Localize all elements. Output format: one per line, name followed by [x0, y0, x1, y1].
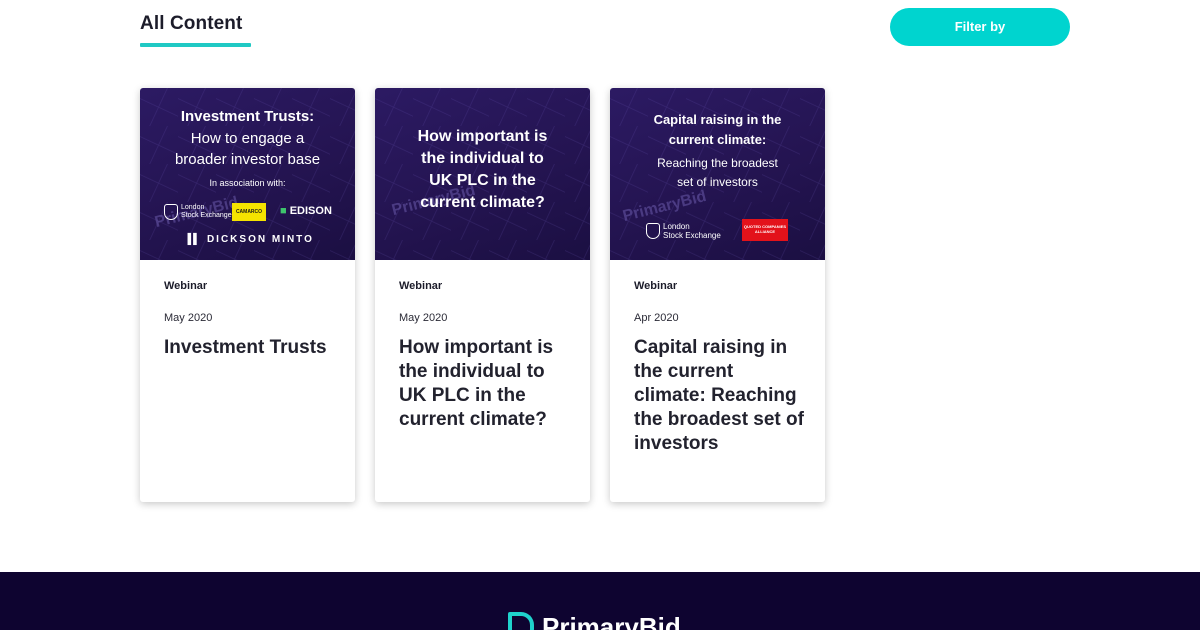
dickson-minto-mark-icon: ▐▌: [184, 234, 203, 245]
thumbnail-line: the individual to: [421, 150, 544, 167]
thumbnail-line: current climate:: [668, 132, 767, 147]
lse-logo: London Stock Exchange: [164, 204, 232, 220]
primarybid-logo-icon: [508, 612, 534, 630]
card-type: Webinar: [634, 280, 678, 292]
content-card[interactable]: PrimaryBid Capital raising in the curren…: [610, 88, 825, 502]
lse-logo: London Stock Exchange: [646, 222, 721, 240]
lse-crest-icon: [646, 223, 660, 239]
thumbnail-line: set of investors: [677, 175, 758, 189]
lse-crest-icon: [164, 204, 178, 220]
thumbnail-line: How important is: [417, 128, 548, 145]
footer-brand: PrimaryBid: [542, 612, 681, 630]
thumbnail-line: current climate?: [420, 194, 545, 211]
card-thumbnail: PrimaryBid Capital raising in the curren…: [610, 88, 825, 260]
card-title[interactable]: Capital raising in the current climate: …: [634, 336, 809, 456]
thumbnail-line: Reaching the broadest: [657, 156, 778, 170]
thumbnail-line: UK PLC in the: [429, 172, 536, 189]
page-title: All Content: [140, 13, 243, 34]
content-card[interactable]: PrimaryBid How important is the individu…: [375, 88, 590, 502]
qca-logo: QUOTED COMPANIES ALLIANCE: [742, 219, 788, 241]
content-header: All Content Filter by: [140, 0, 1070, 60]
dickson-minto-logo: ▐▌ DICKSON MINTO: [184, 234, 314, 245]
title-underline: [140, 43, 251, 47]
card-title[interactable]: Investment Trusts: [164, 336, 339, 360]
thumbnail-line: How to engage a: [190, 130, 305, 147]
footer-logo[interactable]: PrimaryBid: [508, 612, 681, 630]
card-type: Webinar: [164, 280, 208, 292]
card-date: Apr 2020: [634, 312, 679, 324]
edison-mark-icon: ■: [280, 205, 287, 217]
card-title[interactable]: How important is the individual to UK PL…: [399, 336, 574, 432]
thumbnail-heading: Investment Trusts:: [180, 108, 315, 125]
site-footer: PrimaryBid: [0, 572, 1200, 630]
edison-logo: ■ EDISON: [280, 205, 332, 217]
thumbnail-line: Capital raising in the: [653, 112, 782, 127]
card-date: May 2020: [164, 312, 213, 324]
card-thumbnail: PrimaryBid Investment Trusts: How to eng…: [140, 88, 355, 260]
camarco-logo: CAMARCO: [232, 203, 266, 221]
thumbnail-line: In association with:: [209, 178, 286, 188]
card-thumbnail: PrimaryBid How important is the individu…: [375, 88, 590, 260]
filter-by-button[interactable]: Filter by: [890, 8, 1070, 46]
card-type: Webinar: [399, 280, 443, 292]
thumbnail-line: broader investor base: [174, 151, 321, 168]
content-card[interactable]: PrimaryBid Investment Trusts: How to eng…: [140, 88, 355, 502]
card-date: May 2020: [399, 312, 448, 324]
